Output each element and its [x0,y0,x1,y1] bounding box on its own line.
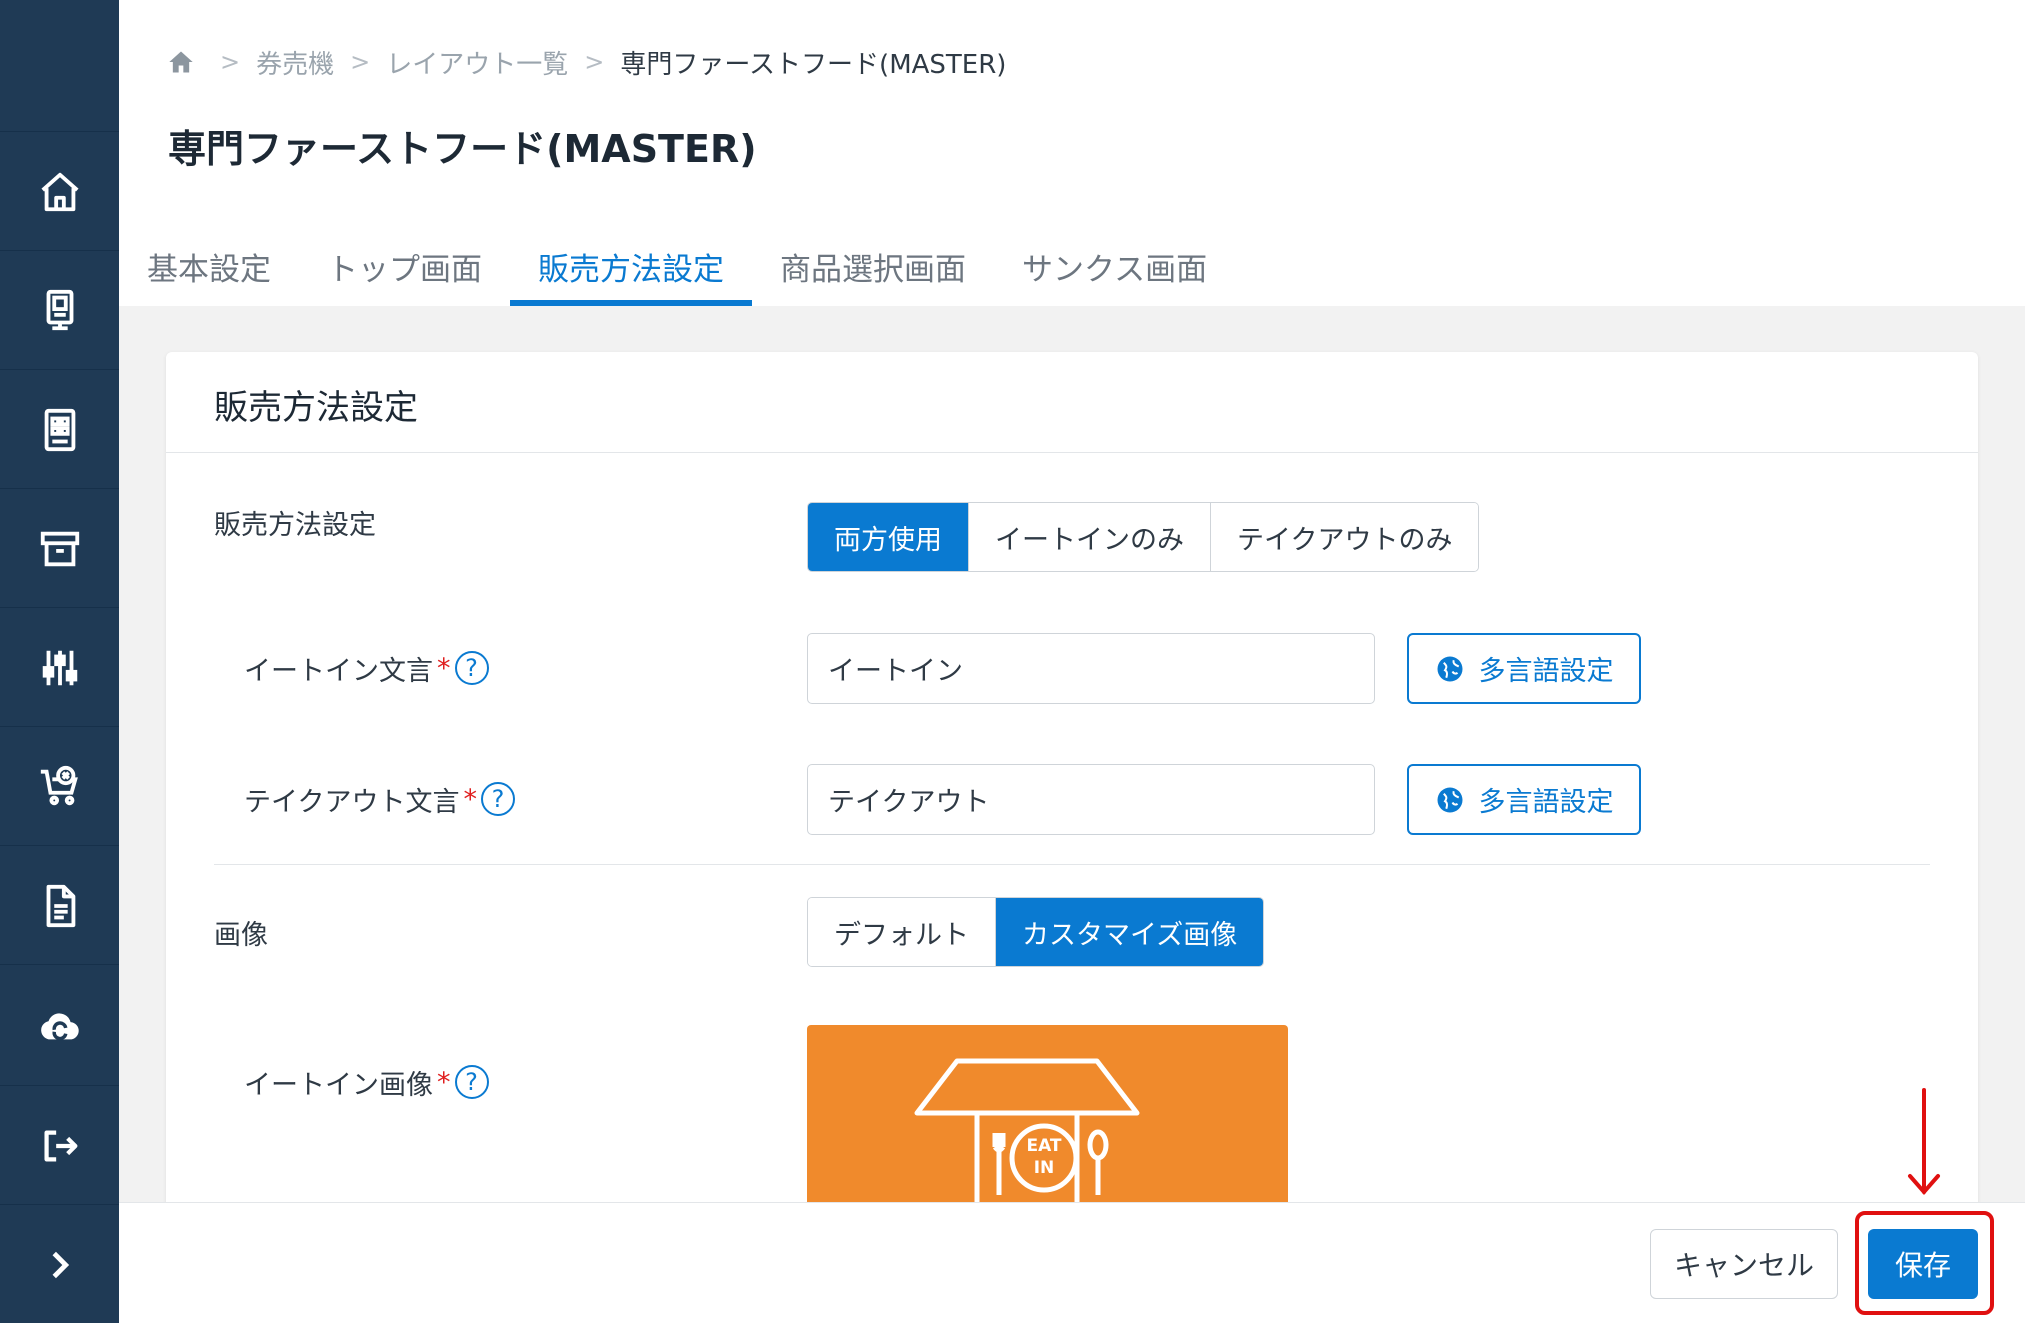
page-title: 専門ファーストフード(MASTER) [168,127,757,171]
chevron-right-icon [52,1251,69,1278]
sidebar-item-archive[interactable] [0,490,119,608]
multilang-label: 多言語設定 [1478,656,1614,687]
sales-method-label: 販売方法設定 [214,509,376,541]
home-icon [40,172,79,211]
sales-method-toggle: 両方使用 イートインのみ テイクアウトのみ [807,502,1480,572]
document-icon [46,884,75,927]
sidebar [0,0,119,1323]
badge-line-2: IN [1033,1158,1055,1178]
tab-thanks-screen[interactable]: サンクス画面 [994,226,1235,306]
option-both[interactable]: 両方使用 [808,503,968,571]
section-divider [214,864,1930,865]
takeout-multilang-button[interactable]: 多言語設定 [1407,764,1641,835]
breadcrumb-item-layout-list[interactable]: レイアウト一覧 [386,44,568,81]
help-icon[interactable]: ? [454,1065,489,1099]
badge-line-1: EAT [1026,1136,1062,1156]
tab-sales-method[interactable]: 販売方法設定 [510,226,752,306]
breadcrumb-item-kiosk[interactable]: 券売機 [256,44,334,81]
required-mark: * [437,1066,451,1098]
takeout-text-label-row: テイクアウト文言 * ? [244,779,515,819]
sliders-icon [42,650,77,685]
sidebar-item-settings[interactable] [0,609,119,727]
option-takeout-only[interactable]: テイクアウトのみ [1210,503,1479,571]
eat-in-multilang-button[interactable]: 多言語設定 [1407,633,1641,704]
eat-in-image-label: イートイン画像 [244,1069,433,1101]
arrow-down-icon [1908,1088,1940,1196]
layout-icon [44,408,75,451]
sidebar-expand[interactable] [0,1206,119,1323]
sidebar-item-layout[interactable] [0,371,119,489]
takeout-text-input[interactable] [807,764,1375,835]
option-eat-in-only[interactable]: イートインのみ [968,503,1210,571]
tab-product-selection[interactable]: 商品選択画面 [752,226,994,306]
sidebar-item-cloud[interactable] [0,966,119,1086]
globe-icon [1437,656,1462,681]
eat-in-text-label-row: イートイン文言 * ? [244,648,489,688]
kiosk-icon [46,289,73,330]
help-icon[interactable]: ? [480,782,515,816]
help-icon[interactable]: ? [454,651,489,685]
takeout-text-label: テイクアウト文言 [244,786,460,818]
sidebar-item-document[interactable] [0,847,119,965]
option-custom-image[interactable]: カスタマイズ画像 [995,898,1264,966]
card-title: 販売方法設定 [214,388,418,428]
sidebar-item-home[interactable] [0,133,119,251]
sidebar-item-kiosk[interactable] [0,252,119,370]
image-toggle: デフォルト カスタマイズ画像 [807,897,1265,967]
image-label: 画像 [214,919,268,951]
card-divider [166,452,1978,453]
eat-in-image-preview[interactable]: EAT IN [807,1025,1288,1212]
cancel-button[interactable]: キャンセル [1650,1229,1838,1299]
breadcrumb-separator: > [584,48,605,76]
breadcrumb: > 券売機 > レイアウト一覧 > 専門ファーストフード(MASTER) [166,42,1006,82]
cart-cancel-icon [40,765,78,805]
settings-card: 販売方法設定 販売方法設定 両方使用 イートインのみ テイクアウトのみ イートイ… [166,352,1978,1212]
save-button[interactable]: 保存 [1868,1229,1978,1299]
breadcrumb-separator: > [220,48,241,76]
breadcrumb-separator: > [350,48,371,76]
tab-top-screen[interactable]: トップ画面 [299,226,510,306]
eat-in-image-label-row: イートイン画像 * ? [244,1062,489,1102]
home-icon[interactable] [166,48,196,76]
tab-basic-settings[interactable]: 基本設定 [119,226,299,306]
multilang-label: 多言語設定 [1478,787,1614,818]
cloud-sync-icon [40,1012,79,1040]
sidebar-item-cart[interactable] [0,728,119,846]
breadcrumb-item-current: 専門ファーストフード(MASTER) [620,49,1007,80]
option-default[interactable]: デフォルト [808,898,995,966]
required-mark: * [463,783,477,815]
archive-icon [40,531,79,566]
eat-in-text-input[interactable] [807,633,1375,704]
logout-icon [43,1129,77,1162]
required-mark: * [437,652,451,684]
globe-icon [1437,787,1462,812]
eat-in-house-icon [914,1058,1140,1212]
eat-in-text-label: イートイン文言 [244,655,433,687]
sidebar-header [0,0,119,132]
sidebar-item-logout[interactable] [0,1087,119,1205]
tab-bar: 基本設定 トップ画面 販売方法設定 商品選択画面 サンクス画面 [119,226,1235,306]
